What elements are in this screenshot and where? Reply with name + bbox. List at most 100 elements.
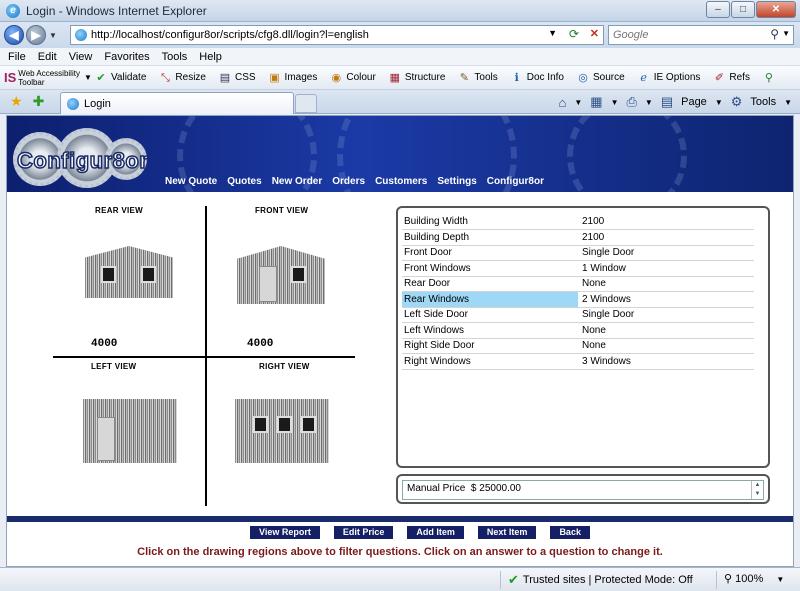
validate-button[interactable]: ✔ Validate — [94, 71, 146, 85]
close-button[interactable]: ✕ — [756, 1, 796, 18]
manual-price-field[interactable]: Manual Price $ 25000.00 ▲ ▼ — [402, 480, 764, 500]
colour-button[interactable]: ◉ Colour — [329, 71, 376, 85]
tab-label: Login — [84, 97, 111, 110]
zoom-control[interactable]: ⚲ 100% ▼ — [724, 572, 784, 585]
back-button[interactable]: ◀ — [4, 25, 24, 45]
spec-question[interactable]: Left Side Door — [402, 307, 578, 323]
menu-file[interactable]: File — [8, 51, 26, 63]
menu-edit[interactable]: Edit — [38, 51, 57, 63]
add-item-button[interactable]: Add Item — [407, 526, 464, 539]
images-button[interactable]: ▣ Images — [268, 71, 317, 85]
minimize-button[interactable]: – — [706, 1, 730, 18]
spec-row[interactable]: Building Depth 2100 — [402, 229, 754, 246]
menu-help[interactable]: Help — [199, 51, 222, 63]
spec-row[interactable]: Left Windows None — [402, 322, 754, 339]
spec-row[interactable]: Right Windows 3 Windows — [402, 353, 754, 370]
spec-question[interactable]: Right Side Door — [402, 338, 578, 354]
spec-answer[interactable]: 2100 — [578, 229, 754, 246]
menu-favorites[interactable]: Favorites — [104, 51, 149, 63]
resize-button[interactable]: ⤡ Resize — [158, 71, 206, 85]
history-dropdown-icon[interactable]: ▼ — [49, 31, 57, 40]
address-bar[interactable]: http://localhost/configur8or/scripts/cfg… — [70, 25, 604, 45]
spec-row[interactable]: Right Side Door None — [402, 338, 754, 354]
zoom-dropdown-icon[interactable]: ▼ — [776, 575, 784, 584]
maximize-button[interactable]: □ — [731, 1, 755, 18]
spec-answer[interactable]: 2 Windows — [578, 291, 754, 308]
spec-row[interactable]: Rear Windows 2 Windows — [402, 291, 754, 308]
spec-row[interactable]: Front Door Single Door — [402, 245, 754, 261]
search-icon[interactable]: ⚲ — [770, 27, 779, 41]
search-input[interactable] — [609, 26, 759, 44]
nav-quotes[interactable]: Quotes — [227, 176, 261, 187]
window-title: Login - Windows Internet Explorer — [26, 3, 207, 18]
spec-answer[interactable]: None — [578, 276, 754, 292]
tab-row: ★ ✚ Login ⌂ ▼ ▦ ▼ ⎙ ▼ ▤ Page ▼ ⚙ Tools ▼ — [0, 90, 800, 114]
spec-question[interactable]: Building Depth — [402, 229, 578, 246]
app-logo[interactable]: Configur8or — [13, 128, 149, 188]
menu-view[interactable]: View — [69, 51, 93, 63]
wat-dropdown-icon[interactable]: ▼ — [84, 73, 92, 82]
page-menu[interactable]: Page — [681, 96, 707, 108]
next-item-button[interactable]: Next Item — [477, 526, 537, 539]
css-button[interactable]: ▤ CSS — [218, 71, 256, 85]
refresh-icon[interactable]: ⟳ — [569, 27, 579, 41]
wat-tools-button[interactable]: ✎ Tools — [457, 71, 498, 85]
spec-answer[interactable]: None — [578, 322, 754, 339]
spec-question[interactable]: Left Windows — [402, 322, 578, 339]
spec-answer[interactable]: Single Door — [578, 307, 754, 323]
edit-price-button[interactable]: Edit Price — [333, 526, 394, 539]
tab-login[interactable]: Login — [60, 92, 294, 114]
search-dropdown-icon[interactable]: ▼ — [782, 29, 790, 38]
spec-answer[interactable]: 2100 — [578, 214, 754, 230]
nav-new-order[interactable]: New Order — [272, 176, 323, 187]
menu-tools[interactable]: Tools — [162, 51, 188, 63]
spec-question[interactable]: Building Width — [402, 214, 578, 230]
search-box[interactable]: ⚲ ▼ — [608, 25, 794, 45]
back-button-app[interactable]: Back — [550, 526, 590, 539]
security-zone[interactable]: ✔ Trusted sites | Protected Mode: Off — [508, 572, 693, 588]
spec-answer[interactable]: None — [578, 338, 754, 354]
zoom-value: 100% — [735, 573, 764, 585]
spec-row[interactable]: Rear Door None — [402, 276, 754, 292]
rear-dimension: 4000 — [91, 338, 118, 350]
nav-orders[interactable]: Orders — [332, 176, 365, 187]
nav-new-quote[interactable]: New Quote — [165, 176, 217, 187]
home-icon[interactable]: ⌂ — [558, 95, 566, 110]
new-tab-button[interactable] — [295, 94, 317, 113]
structure-button[interactable]: ▦ Structure — [388, 71, 446, 85]
wat-search-button[interactable]: ⚲ — [762, 71, 779, 85]
price-scrollbar[interactable]: ▲ ▼ — [751, 481, 763, 499]
rear-view-label: REAR VIEW — [95, 206, 144, 215]
ie-options-button[interactable]: ℯ IE Options — [637, 71, 700, 85]
nav-configur8or[interactable]: Configur8or — [487, 176, 544, 187]
spec-row[interactable]: Building Width 2100 — [402, 214, 754, 230]
add-favorite-icon[interactable]: ✚ — [33, 93, 45, 110]
print-icon[interactable]: ⎙ — [626, 94, 636, 110]
spec-question[interactable]: Rear Door — [402, 276, 578, 292]
view-report-button[interactable]: View Report — [250, 526, 320, 539]
address-dropdown-icon[interactable]: ▼ — [548, 28, 557, 38]
nav-customers[interactable]: Customers — [375, 176, 427, 187]
spec-answer[interactable]: 1 Window — [578, 260, 754, 277]
spec-answer[interactable]: 3 Windows — [578, 353, 754, 370]
favorites-star-icon[interactable]: ★ — [10, 93, 23, 110]
spec-question[interactable]: Front Windows — [402, 260, 578, 277]
doc-info-button[interactable]: ℹ Doc Info — [510, 71, 564, 85]
spec-question[interactable]: Rear Windows — [402, 291, 578, 308]
tools-menu[interactable]: Tools — [750, 96, 776, 108]
address-url[interactable]: http://localhost/configur8or/scripts/cfg… — [91, 29, 369, 41]
address-row: ◀ ▶ ▼ http://localhost/configur8or/scrip… — [0, 22, 800, 48]
stop-icon[interactable]: ✕ — [590, 27, 599, 40]
spec-answer[interactable]: Single Door — [578, 245, 754, 261]
nav-settings[interactable]: Settings — [437, 176, 476, 187]
spec-question[interactable]: Right Windows — [402, 353, 578, 370]
wat-logo[interactable]: IS Web Accessibility Toolbar ▼ — [4, 69, 94, 87]
source-button[interactable]: ◎ Source — [576, 71, 625, 85]
page-icon — [67, 97, 79, 110]
forward-button[interactable]: ▶ — [26, 25, 46, 45]
refs-button[interactable]: ✐ Refs — [712, 71, 750, 85]
spec-row[interactable]: Front Windows 1 Window — [402, 260, 754, 277]
spec-question[interactable]: Front Door — [402, 245, 578, 261]
spec-row[interactable]: Left Side Door Single Door — [402, 307, 754, 323]
feeds-icon[interactable]: ▦ — [590, 94, 602, 110]
